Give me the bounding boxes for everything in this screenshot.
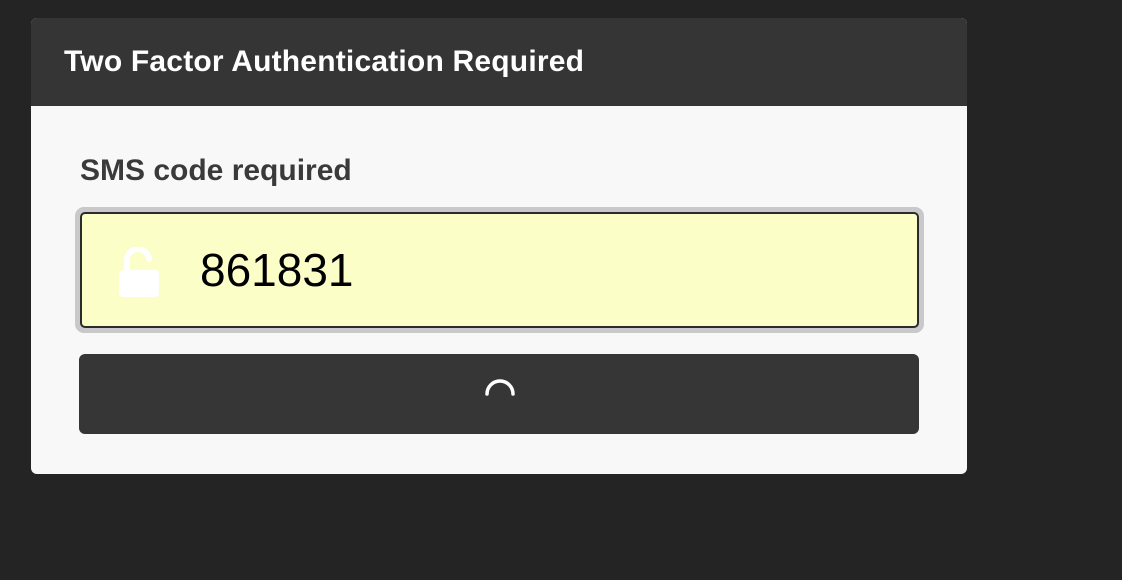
sms-code-input[interactable]	[200, 214, 897, 326]
loading-spinner-icon	[485, 379, 515, 396]
verify-button[interactable]	[79, 354, 919, 434]
dialog-title: Two Factor Authentication Required	[64, 45, 585, 78]
dialog-body: SMS code required	[31, 106, 967, 474]
unlock-icon	[119, 247, 159, 297]
sms-code-field[interactable]	[75, 207, 924, 333]
sms-code-label: SMS code required	[80, 154, 352, 187]
dialog-header: Two Factor Authentication Required	[31, 18, 967, 106]
two-factor-dialog: Two Factor Authentication Required SMS c…	[31, 18, 967, 474]
sms-code-field-box[interactable]	[80, 212, 919, 328]
